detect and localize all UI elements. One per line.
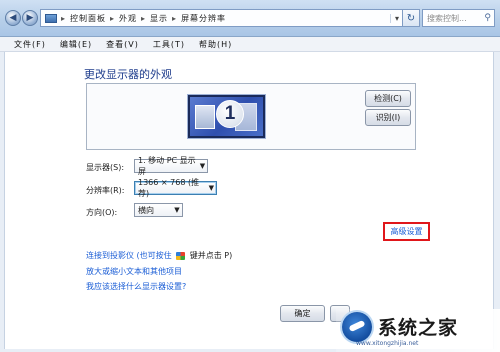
menu-view[interactable]: 查看(V) — [106, 39, 139, 50]
ok-button[interactable]: 确定 — [280, 305, 325, 322]
address-bar[interactable]: ▸ 控制面板 ▸ 外观 ▸ 显示 ▸ 屏幕分辨率 ▾ — [40, 9, 405, 27]
display-settings-help-link[interactable]: 我应该选择什么显示器设置? — [86, 281, 186, 292]
breadcrumb-item[interactable]: 控制面板 — [70, 13, 106, 24]
chevron-down-icon: ▼ — [174, 206, 180, 214]
windows-key-icon — [176, 251, 186, 260]
watermark-logo-icon — [342, 312, 372, 342]
watermark-brand: 系统之家 — [378, 317, 459, 339]
projector-link-text: 连接到投影仪 (也可按住 — [86, 251, 172, 260]
refresh-icon: ↻ — [406, 12, 416, 24]
window-preview-icon — [195, 105, 215, 129]
resolution-label: 分辨率(R): — [86, 186, 125, 195]
detect-button[interactable]: 检测(C) — [365, 90, 411, 107]
window-title-bar: ◀ ▶ ▸ 控制面板 ▸ 外观 ▸ 显示 ▸ 屏幕分辨率 ▾ ↻ 搜索控制...… — [0, 0, 500, 37]
menu-tools[interactable]: 工具(T) — [153, 39, 185, 50]
menu-edit[interactable]: 编辑(E) — [60, 39, 92, 50]
watermark-url: www.xitongzhijia.net — [356, 340, 419, 347]
refresh-button[interactable]: ↻ — [402, 9, 420, 27]
control-panel-icon — [45, 13, 57, 23]
back-button[interactable]: ◀ — [5, 10, 21, 26]
orientation-select-value: 横向 — [138, 205, 154, 215]
breadcrumb-item[interactable]: 屏幕分辨率 — [181, 13, 226, 24]
resolution-select-value: 1366 × 768 (推荐) — [138, 178, 200, 198]
display-select-value: 1. 移动 PC 显示屏 — [138, 156, 196, 176]
breadcrumb-separator: ▸ — [61, 13, 67, 23]
orientation-label: 方向(O): — [86, 208, 118, 217]
page-title: 更改显示器的外观 — [84, 68, 172, 81]
breadcrumb-item[interactable]: 显示 — [150, 13, 168, 24]
projector-link-suffix: 键并点击 P) — [189, 251, 233, 260]
breadcrumb-separator: ▸ — [141, 13, 147, 23]
resolution-select[interactable]: 1366 × 768 (推荐) ▼ — [134, 178, 217, 198]
display-select[interactable]: 1. 移动 PC 显示屏 ▼ — [134, 156, 208, 176]
menu-file[interactable]: 文件(F) — [14, 39, 46, 50]
text-size-link[interactable]: 放大或缩小文本和其他项目 — [86, 266, 182, 277]
orientation-select[interactable]: 横向 ▼ — [134, 203, 183, 217]
chevron-down-icon: ▼ — [208, 184, 214, 192]
projector-link[interactable]: 连接到投影仪 (也可按住 键并点击 P) — [86, 250, 232, 261]
menu-help[interactable]: 帮助(H) — [199, 39, 232, 50]
advanced-settings-link[interactable]: 高级设置 — [391, 226, 423, 237]
breadcrumb-item[interactable]: 外观 — [119, 13, 137, 24]
search-input[interactable]: 搜索控制... ⚲ — [422, 9, 495, 27]
monitor-number-badge: 1 — [216, 100, 244, 128]
breadcrumb-separator: ▸ — [110, 13, 116, 23]
chevron-down-icon: ▼ — [199, 162, 206, 170]
menu-bar: 文件(F) 编辑(E) 查看(V) 工具(T) 帮助(H) — [0, 37, 500, 52]
breadcrumb-separator: ▸ — [172, 13, 178, 23]
identify-button[interactable]: 识别(I) — [365, 109, 411, 126]
search-placeholder: 搜索控制... — [427, 13, 467, 23]
forward-button[interactable]: ▶ — [22, 10, 38, 26]
display-label: 显示器(S): — [86, 163, 125, 172]
search-icon: ⚲ — [484, 13, 491, 23]
highlight-box: 高级设置 — [383, 222, 430, 241]
monitor-thumbnail[interactable]: 1 — [188, 95, 265, 138]
